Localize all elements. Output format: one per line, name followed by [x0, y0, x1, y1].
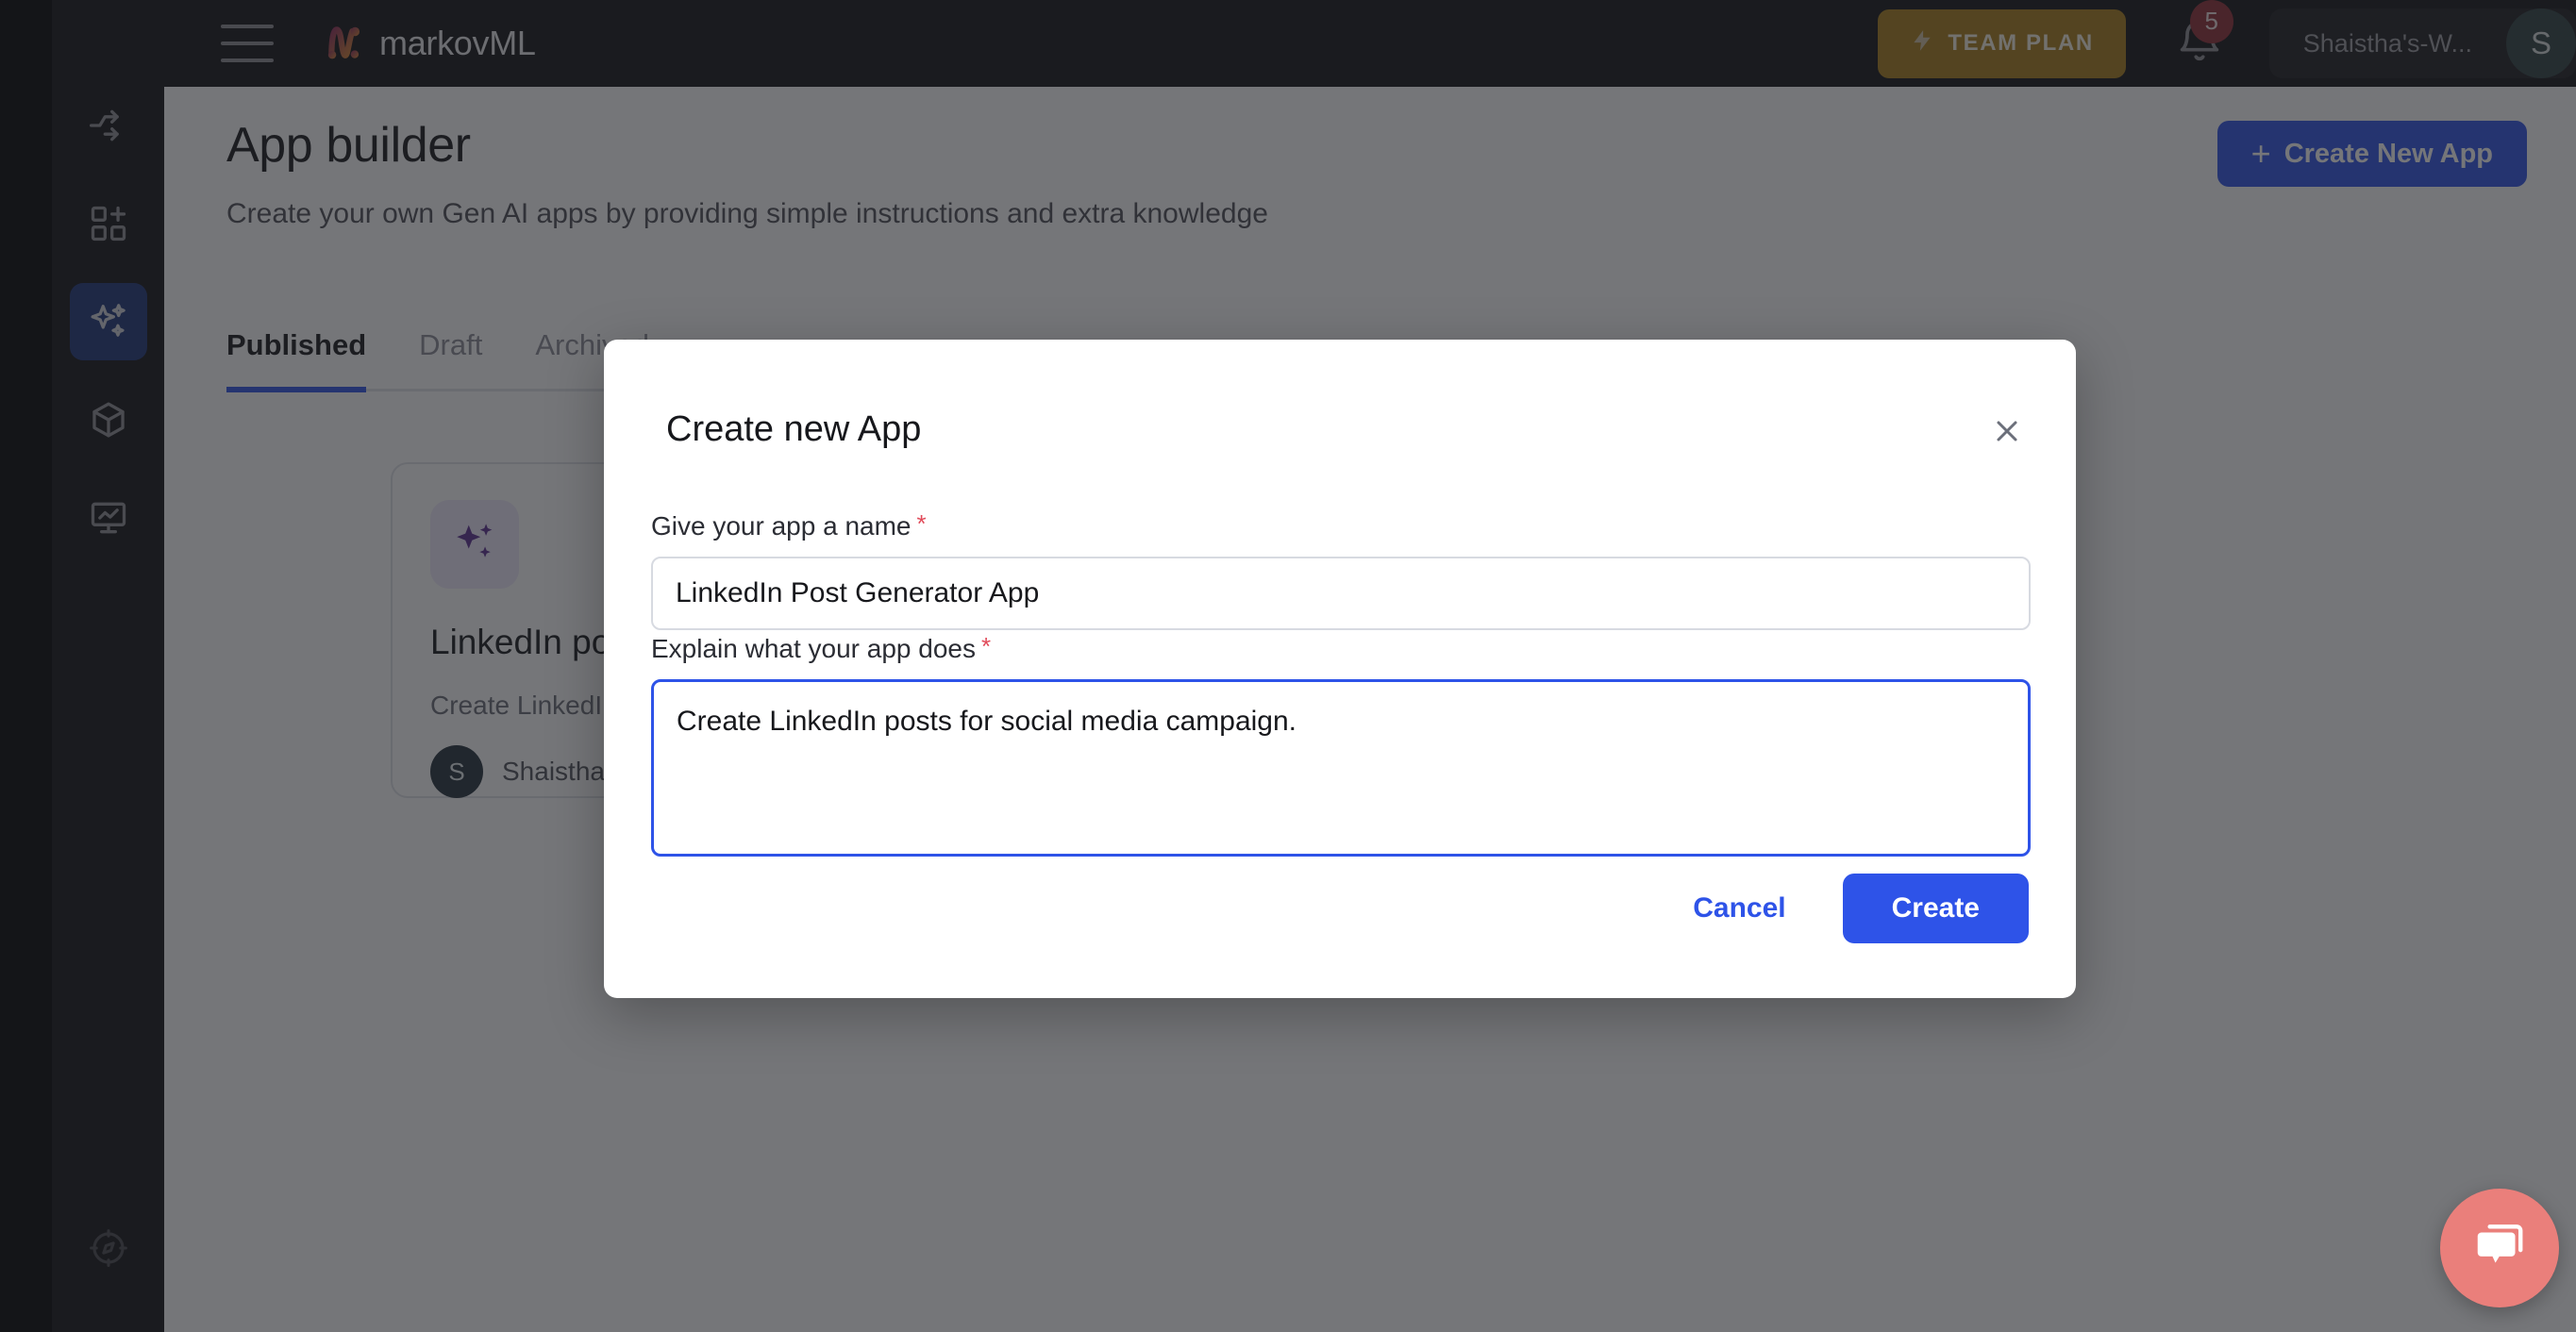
required-marker: *: [916, 509, 927, 538]
app-name-input[interactable]: [651, 557, 2031, 630]
app-description-field-group: Explain what your app does *: [651, 634, 2031, 861]
app-name-label: Give your app a name *: [651, 511, 2031, 541]
chat-bubbles-icon: [2470, 1217, 2529, 1280]
chat-widget-button[interactable]: [2440, 1189, 2559, 1307]
create-app-modal: Create new App Give your app a name * Ex…: [604, 340, 2076, 998]
create-button[interactable]: Create: [1842, 874, 2029, 943]
app-description-textarea[interactable]: [651, 679, 2031, 857]
modal-actions: Cancel Create: [1674, 874, 2029, 943]
close-x-icon[interactable]: [1983, 408, 2031, 455]
required-marker: *: [981, 632, 992, 660]
app-name-label-text: Give your app a name: [651, 511, 912, 541]
cancel-button[interactable]: Cancel: [1674, 877, 1804, 940]
app-description-label-text: Explain what your app does: [651, 634, 976, 663]
app-name-field-group: Give your app a name *: [651, 511, 2031, 630]
app-root: markovML TEAM PLAN 5 Shaistha's-W: [0, 0, 2576, 1332]
app-description-label: Explain what your app does *: [651, 634, 2031, 664]
modal-title: Create new App: [666, 409, 922, 449]
